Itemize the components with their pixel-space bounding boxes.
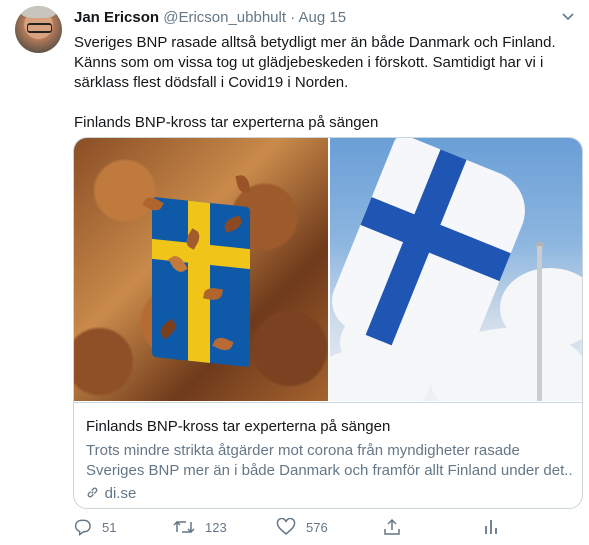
card-domain-text: di.se — [104, 485, 137, 502]
link-icon — [86, 486, 103, 501]
analytics-icon — [483, 518, 499, 536]
author-handle[interactable]: @Ericson_ubbhult — [163, 9, 286, 26]
tweet-actions: 51 123 576 — [73, 518, 513, 538]
avatar-hair — [21, 6, 56, 18]
share-icon — [383, 518, 401, 536]
chevron-down-icon[interactable] — [561, 9, 575, 26]
avatar-glasses — [27, 23, 52, 33]
reply-icon — [73, 518, 92, 536]
card-image-finnish-flag — [330, 138, 582, 401]
author-name[interactable]: Jan Ericson — [74, 9, 159, 26]
retweet-button[interactable]: 123 — [173, 518, 227, 536]
link-card[interactable]: Finlands BNP-kross tar experterna på sän… — [73, 137, 583, 509]
retweet-icon — [173, 518, 195, 536]
card-description-line2: Sveriges BNP mer än i både Danmark och f… — [86, 462, 572, 479]
separator-dot: · — [290, 9, 296, 26]
flagpole — [537, 246, 542, 401]
tweet-header: Jan Ericson @Ericson_ubbhult · Aug 15 — [74, 9, 579, 29]
card-title: Finlands BNP-kross tar experterna på sän… — [86, 418, 391, 435]
avatar[interactable] — [15, 6, 62, 53]
tweet-date[interactable]: Aug 15 — [299, 9, 347, 26]
card-body[interactable]: Finlands BNP-kross tar experterna på sän… — [74, 402, 582, 508]
like-count: 576 — [306, 519, 328, 535]
reply-button[interactable]: 51 — [73, 518, 116, 536]
like-button[interactable]: 576 — [276, 518, 328, 536]
reply-count: 51 — [102, 519, 117, 535]
card-image-swedish-flag — [74, 138, 328, 401]
heart-icon — [276, 518, 296, 536]
card-domain: di.se — [86, 485, 136, 502]
card-description-line1: Trots mindre strikta åtgärder mot corona… — [86, 442, 520, 459]
analytics-button[interactable] — [483, 518, 509, 536]
retweet-count: 123 — [205, 519, 227, 535]
card-description: Trots mindre strikta åtgärder mot corona… — [86, 441, 572, 481]
share-button[interactable] — [383, 518, 411, 536]
tweet-text: Sveriges BNP rasade alltså betydligt mer… — [74, 34, 556, 131]
